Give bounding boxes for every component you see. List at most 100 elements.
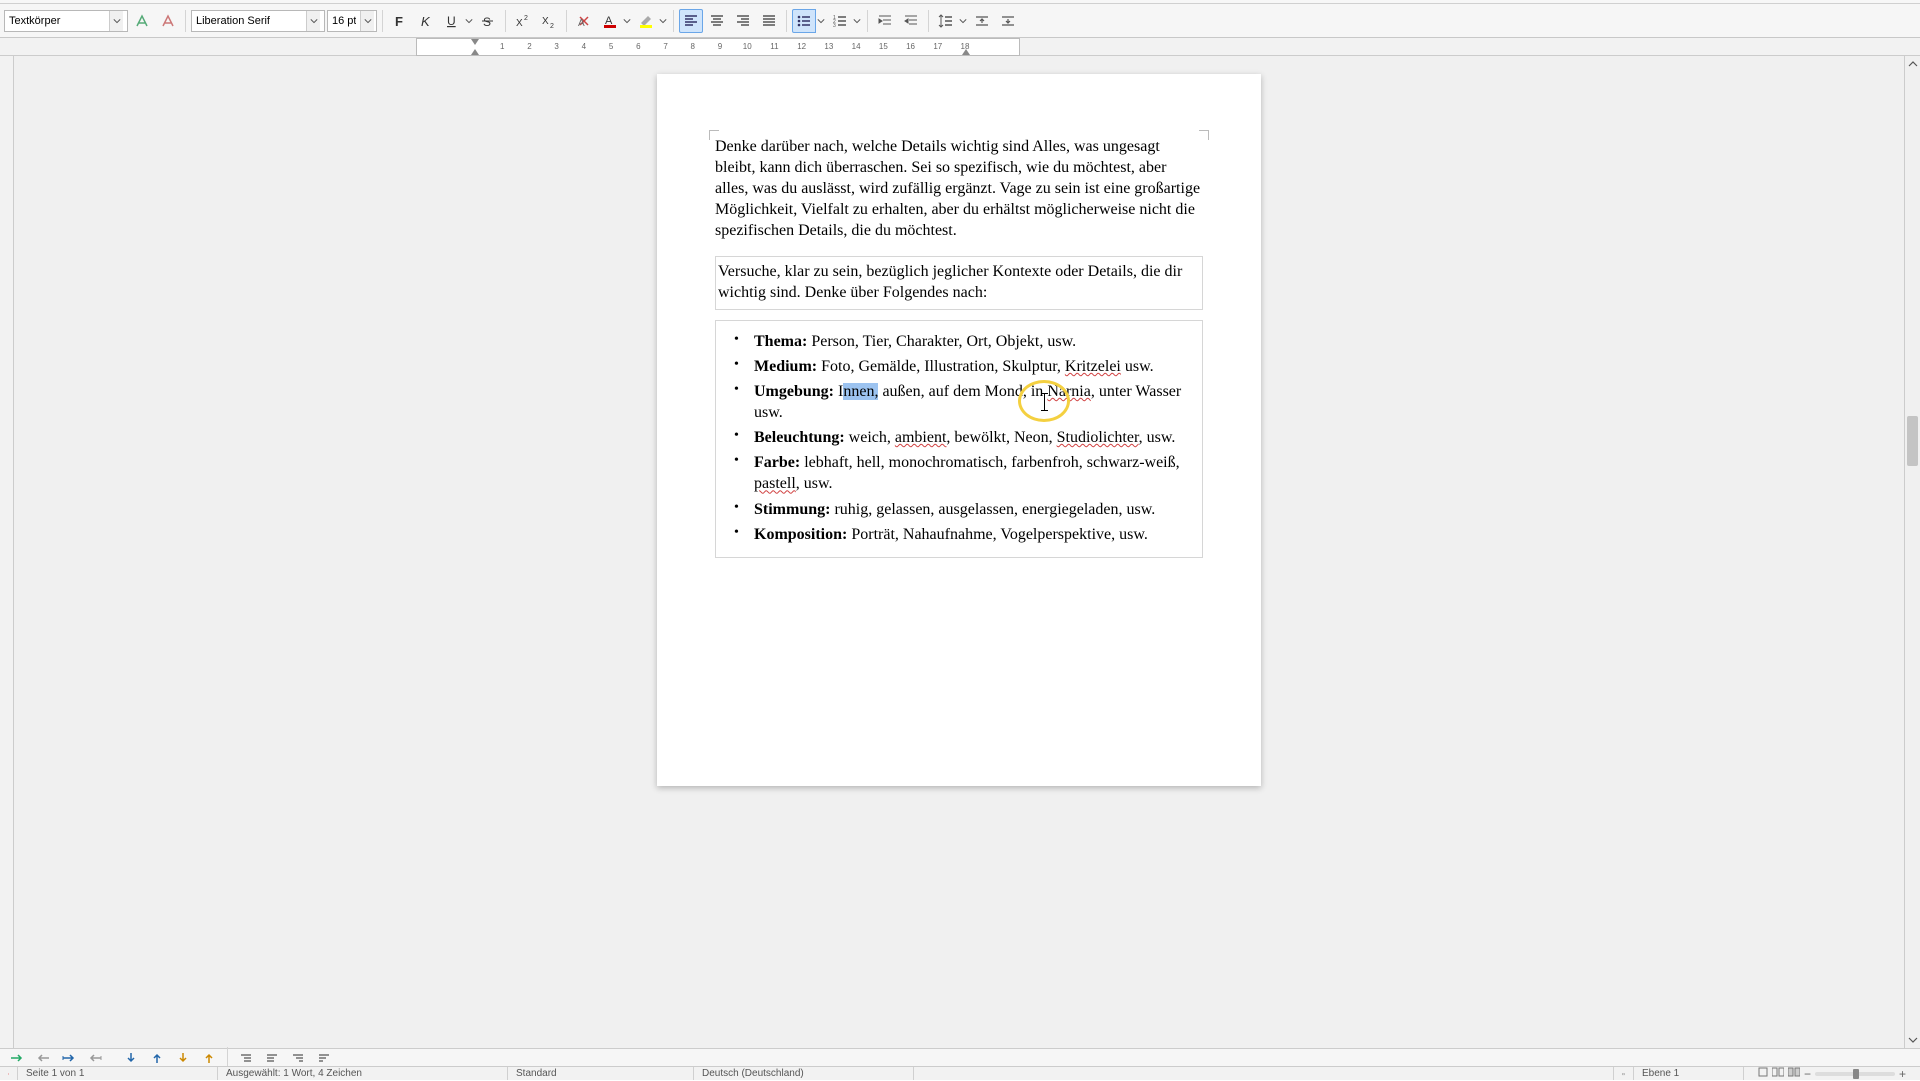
svg-text:S: S bbox=[483, 15, 491, 29]
zoom-in-button[interactable]: + bbox=[1899, 1067, 1906, 1081]
bold-button[interactable]: F bbox=[388, 9, 412, 33]
status-language[interactable]: Deutsch (Deutschland) bbox=[694, 1067, 914, 1080]
bullet-list-dropdown[interactable] bbox=[816, 9, 826, 33]
list-item[interactable]: Farbe: lebhaft, hell, monochromatisch, f… bbox=[740, 452, 1198, 494]
bullet-list-button[interactable] bbox=[792, 9, 816, 33]
align-left-button[interactable] bbox=[679, 9, 703, 33]
zoom-slider-thumb[interactable] bbox=[1853, 1069, 1859, 1079]
move-down-alt-button[interactable] bbox=[172, 1050, 194, 1066]
paragraph[interactable]: Denke darüber nach, welche Details wicht… bbox=[715, 136, 1203, 242]
line-spacing-button[interactable] bbox=[934, 9, 958, 33]
ruler-number: 6 bbox=[636, 42, 640, 51]
left-indent-marker[interactable] bbox=[471, 49, 479, 55]
new-style-button[interactable] bbox=[156, 9, 180, 33]
status-page[interactable]: Seite 1 von 1 bbox=[18, 1067, 218, 1080]
horizontal-ruler-wrap: 123456789101112131415161718 bbox=[0, 38, 1920, 56]
paragraph-style-input[interactable] bbox=[5, 11, 109, 31]
document-area[interactable]: Denke darüber nach, welche Details wicht… bbox=[14, 56, 1904, 1048]
list-item[interactable]: Komposition: Porträt, Nahaufnahme, Vogel… bbox=[740, 524, 1198, 545]
status-page-style[interactable]: Standard bbox=[508, 1067, 694, 1080]
superscript-button[interactable]: X2 bbox=[511, 9, 535, 33]
strikethrough-button[interactable]: S bbox=[476, 9, 500, 33]
nav-next-button[interactable] bbox=[6, 1050, 28, 1066]
status-bar: Seite 1 von 1 Ausgewählt: 1 Wort, 4 Zeic… bbox=[0, 1066, 1920, 1080]
list-item[interactable]: Stimmung: ruhig, gelassen, ausgelassen, … bbox=[740, 499, 1198, 520]
highlight-color-button[interactable] bbox=[634, 9, 658, 33]
update-style-button[interactable] bbox=[130, 9, 154, 33]
svg-text:X: X bbox=[542, 16, 549, 27]
move-up-button[interactable] bbox=[146, 1050, 168, 1066]
insert-mode-indicator[interactable] bbox=[1614, 1067, 1634, 1080]
paragraph[interactable]: Versuche, klar zu sein, bezüglich jeglic… bbox=[718, 261, 1196, 303]
font-name-combo[interactable] bbox=[191, 10, 325, 32]
chevron-down-icon[interactable] bbox=[360, 11, 374, 31]
view-single-icon[interactable] bbox=[1758, 1067, 1768, 1080]
scroll-down-button[interactable] bbox=[1905, 1032, 1920, 1048]
vertical-scrollbar[interactable] bbox=[1904, 56, 1920, 1048]
font-color-button[interactable]: A bbox=[598, 9, 622, 33]
underline-dropdown[interactable] bbox=[464, 9, 474, 33]
align-center-button[interactable] bbox=[705, 9, 729, 33]
move-down-button[interactable] bbox=[120, 1050, 142, 1066]
clear-formatting-button[interactable]: A bbox=[572, 9, 596, 33]
list-item[interactable]: Beleuchtung: weich, ambient, bewölkt, Ne… bbox=[740, 427, 1198, 448]
highlight-color-dropdown[interactable] bbox=[658, 9, 668, 33]
page-margin-corner bbox=[1199, 130, 1209, 140]
vertical-ruler[interactable] bbox=[0, 56, 14, 1048]
ruler-number: 16 bbox=[906, 42, 915, 51]
view-book-icon[interactable] bbox=[1788, 1067, 1800, 1080]
list-item-label: Umgebung: bbox=[754, 383, 834, 400]
decrease-para-spacing-button[interactable] bbox=[996, 9, 1020, 33]
align-justify-button[interactable] bbox=[757, 9, 781, 33]
numbered-list-dropdown[interactable] bbox=[852, 9, 862, 33]
nav-prev-button[interactable] bbox=[32, 1050, 54, 1066]
list-item[interactable]: Thema: Person, Tier, Charakter, Ort, Obj… bbox=[740, 331, 1198, 352]
increase-indent-button[interactable] bbox=[873, 9, 897, 33]
save-status-icon[interactable] bbox=[0, 1067, 18, 1080]
list-item[interactable]: Umgebung: Innen, außen, auf dem Mond, in… bbox=[740, 381, 1198, 423]
subscript-button[interactable]: X2 bbox=[537, 9, 561, 33]
font-color-dropdown[interactable] bbox=[622, 9, 632, 33]
align-right-button[interactable] bbox=[731, 9, 755, 33]
ruler-number: 10 bbox=[743, 42, 752, 51]
demote-button[interactable] bbox=[261, 1050, 283, 1066]
chevron-down-icon[interactable] bbox=[306, 11, 320, 31]
ruler-number: 1 bbox=[500, 42, 504, 51]
status-zoom-label[interactable]: Ebene 1 bbox=[1634, 1067, 1744, 1080]
page-margin-corner bbox=[709, 130, 719, 140]
scroll-up-button[interactable] bbox=[1905, 56, 1920, 72]
zoom-out-button[interactable]: − bbox=[1804, 1067, 1811, 1081]
nav-prev-change-button[interactable] bbox=[84, 1050, 106, 1066]
list-item[interactable]: Medium: Foto, Gemälde, Illustration, Sku… bbox=[740, 356, 1198, 377]
font-size-combo[interactable] bbox=[327, 10, 377, 32]
view-multi-icon[interactable] bbox=[1772, 1067, 1784, 1080]
font-size-input[interactable] bbox=[328, 11, 360, 31]
horizontal-ruler[interactable]: 123456789101112131415161718 bbox=[416, 38, 1020, 56]
scrollbar-thumb[interactable] bbox=[1907, 416, 1918, 466]
font-name-input[interactable] bbox=[192, 11, 306, 31]
increase-para-spacing-button[interactable] bbox=[970, 9, 994, 33]
decrease-indent-button[interactable] bbox=[899, 9, 923, 33]
changes-nav-toolbar bbox=[0, 1048, 1920, 1066]
list-item-label: Thema: bbox=[754, 333, 807, 350]
italic-button[interactable]: K bbox=[414, 9, 438, 33]
promote-all-button[interactable] bbox=[287, 1050, 309, 1066]
ruler-number: 18 bbox=[961, 42, 970, 51]
svg-text:X: X bbox=[516, 18, 523, 29]
paragraph-style-combo[interactable] bbox=[4, 10, 128, 32]
underline-button[interactable]: U bbox=[440, 9, 464, 33]
demote-all-button[interactable] bbox=[313, 1050, 335, 1066]
chevron-down-icon[interactable] bbox=[109, 11, 123, 31]
list-item-text: Person, Tier, Charakter, Ort, Objekt, us… bbox=[807, 333, 1076, 350]
promote-button[interactable] bbox=[235, 1050, 257, 1066]
line-spacing-dropdown[interactable] bbox=[958, 9, 968, 33]
page[interactable]: Denke darüber nach, welche Details wicht… bbox=[657, 74, 1261, 786]
toolbar-top-strip bbox=[0, 0, 1920, 4]
zoom-slider[interactable] bbox=[1815, 1072, 1895, 1076]
list-item-label: Medium: bbox=[754, 358, 817, 375]
first-line-indent-marker[interactable] bbox=[471, 39, 479, 45]
move-up-alt-button[interactable] bbox=[198, 1050, 220, 1066]
nav-next-change-button[interactable] bbox=[58, 1050, 80, 1066]
numbered-list-button[interactable]: 123 bbox=[828, 9, 852, 33]
status-selection[interactable]: Ausgewählt: 1 Wort, 4 Zeichen bbox=[218, 1067, 508, 1080]
